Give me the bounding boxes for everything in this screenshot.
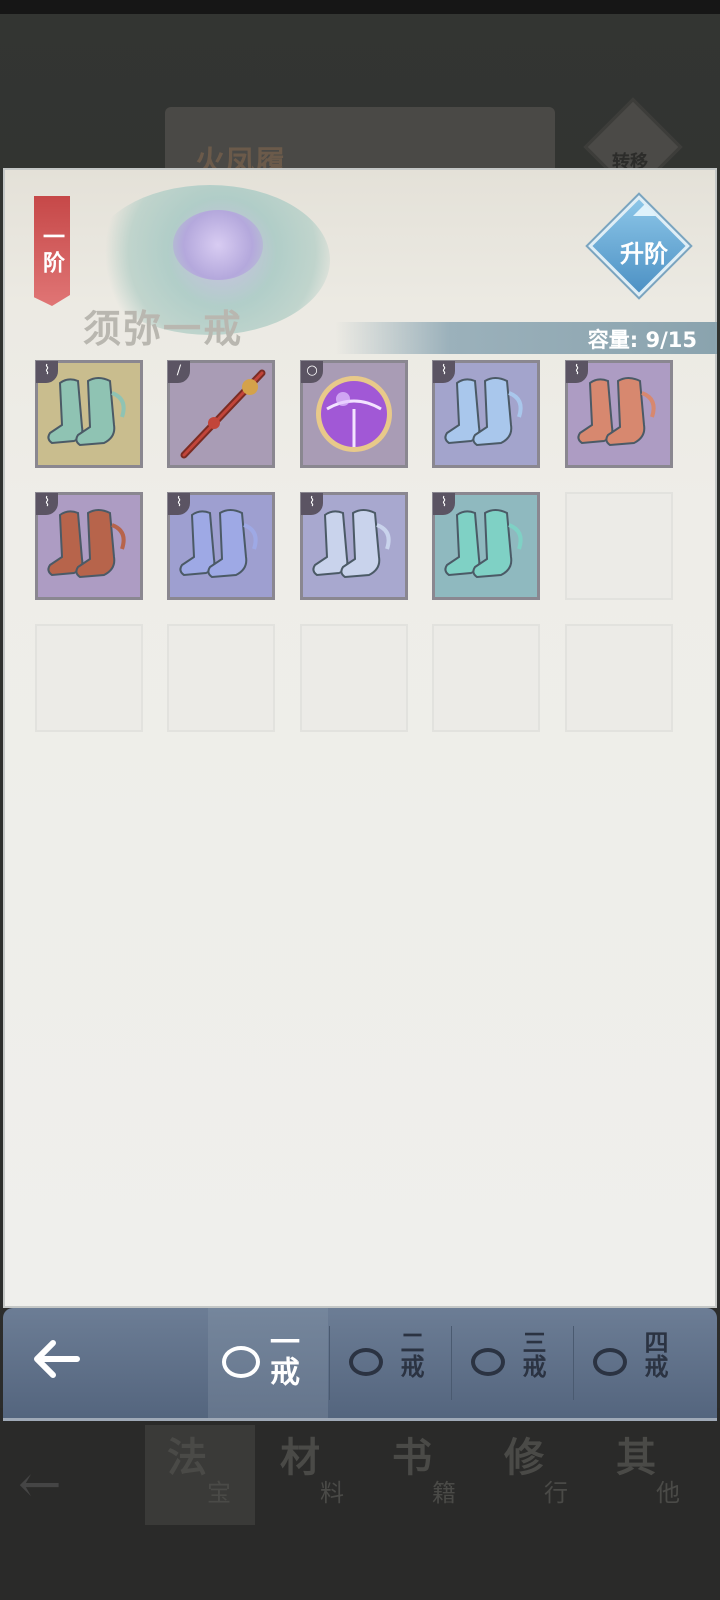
background-tab-big: 书	[392, 1434, 432, 1481]
background-tab-small: 宝	[207, 1479, 231, 1507]
background-tab-treasure: 法 宝	[145, 1425, 255, 1525]
tab-divider	[573, 1326, 574, 1400]
ring-tab-bar: 一戒 二戒 三戒 四戒	[3, 1308, 717, 1421]
ring-tab-label: 一戒	[264, 1326, 299, 1386]
inventory-slot-item[interactable]: ∕	[167, 360, 275, 468]
ring-tab-label: 四戒	[640, 1330, 669, 1378]
ring-icon	[471, 1348, 505, 1376]
ring-tab-2[interactable]: 二戒	[331, 1308, 451, 1418]
background-tab-small: 籍	[432, 1479, 456, 1507]
inventory-slot-item[interactable]: ⌇	[432, 492, 540, 600]
tier-badge: 一阶	[34, 196, 70, 306]
inventory-slot-empty	[565, 624, 673, 732]
background-tab-materials: 材 料	[258, 1425, 368, 1525]
inventory-slot-item[interactable]: ⌇	[35, 360, 143, 468]
background-tab-cultivation: 修 行	[482, 1425, 592, 1525]
inventory-slot-empty	[35, 624, 143, 732]
background-tab-books: 书 籍	[370, 1425, 480, 1525]
back-button[interactable]	[27, 1334, 87, 1384]
background-tab-other: 其 他	[594, 1425, 704, 1525]
background-tab-small: 他	[656, 1479, 680, 1507]
ring-icon	[593, 1348, 627, 1376]
inventory-slot-empty	[432, 624, 540, 732]
inventory-slot-empty	[300, 624, 408, 732]
tab-divider	[451, 1326, 452, 1400]
capacity-bar: 容量: 9/15	[335, 322, 717, 354]
ring-tab-3[interactable]: 三戒	[453, 1308, 573, 1418]
tab-divider	[329, 1326, 330, 1400]
storage-ring-panel: 一阶 须弥一戒 容量: 9/15 升阶	[3, 168, 717, 1308]
background-tab-big: 修	[504, 1434, 544, 1481]
ring-artwork-gem	[173, 210, 263, 280]
ring-name: 须弥一戒	[83, 306, 244, 351]
ring-icon	[222, 1346, 260, 1378]
inventory-slot-item[interactable]: ⌇	[35, 492, 143, 600]
inventory-slot-empty	[167, 624, 275, 732]
background-tab-small: 行	[544, 1479, 568, 1507]
ring-icon	[349, 1348, 383, 1376]
background-tab-big: 法	[167, 1434, 207, 1481]
background-item-card: 火凤履	[165, 107, 555, 180]
background-tab-big: 其	[616, 1434, 656, 1481]
capacity-text: 容量: 9/15	[587, 328, 697, 352]
background-tab-big: 材	[280, 1434, 320, 1481]
ring-tab-label: 三戒	[518, 1330, 547, 1378]
ring-tab-4[interactable]: 四戒	[575, 1308, 695, 1418]
inventory-slot-empty	[565, 492, 673, 600]
inventory-slot-item[interactable]: ⌇	[300, 492, 408, 600]
back-arrow-icon	[34, 1340, 80, 1378]
status-bar	[0, 0, 720, 14]
ring-tab-label: 二戒	[396, 1330, 425, 1378]
inventory-slot-item[interactable]: ⌇	[565, 360, 673, 468]
background-back-arrow-icon: ←	[18, 1455, 62, 1515]
inventory-slot-item[interactable]: ⌇	[432, 360, 540, 468]
background-tab-small: 料	[320, 1479, 344, 1507]
ring-tab-1[interactable]: 一戒	[208, 1308, 328, 1418]
inventory-slot-item[interactable]: ○	[300, 360, 408, 468]
inventory-slot-item[interactable]: ⌇	[167, 492, 275, 600]
upgrade-arrow-icon	[633, 204, 657, 216]
